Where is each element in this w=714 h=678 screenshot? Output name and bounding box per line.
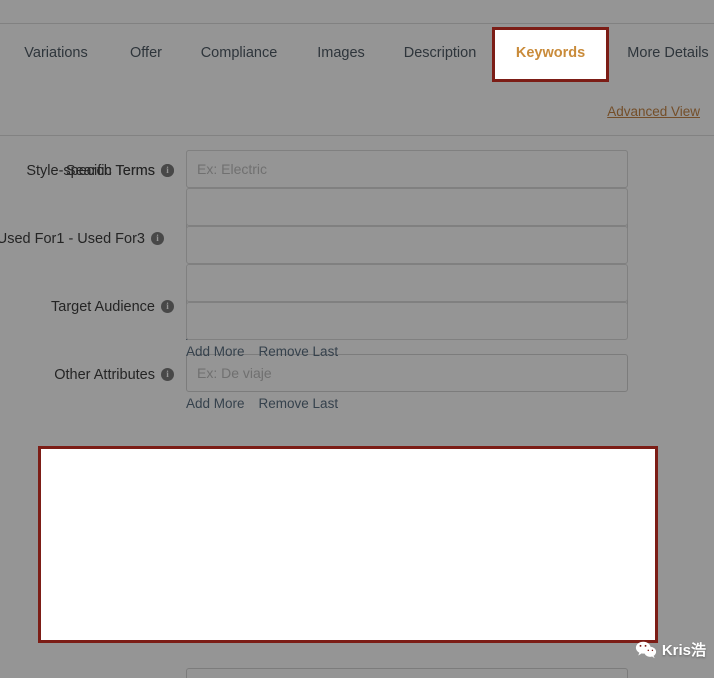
label-other-attributes: Other Attributes i — [0, 367, 174, 383]
input-next-field-partial[interactable] — [186, 668, 628, 678]
watermark: Kris浩 — [635, 639, 706, 660]
row-actions-other-attributes: Add More Remove Last — [186, 396, 352, 411]
tab-offer[interactable]: Offer — [112, 24, 180, 83]
keywords-page: Variations Offer Compliance Images Descr… — [0, 0, 714, 678]
row-actions-search-terms: Add More Remove Last — [186, 344, 352, 359]
input-search-terms-4[interactable] — [186, 264, 628, 302]
keywords-form: Style-specific Termsi Ex: pleated, bootc… — [0, 150, 714, 422]
highlight-search-terms — [38, 446, 658, 643]
dim-overlay-st-right — [658, 446, 714, 643]
form-row-search-terms: Search Terms i Ex: Electric Add More Remov… — [0, 150, 714, 359]
advanced-view-link[interactable]: Advanced View — [607, 104, 700, 119]
add-more-link[interactable]: Add More — [186, 396, 245, 411]
tab-description[interactable]: Description — [388, 24, 492, 83]
input-search-terms-1[interactable]: Ex: Electric — [186, 150, 628, 188]
tab-variations[interactable]: Variations — [10, 24, 102, 83]
input-other-attributes[interactable]: Ex: De viaje — [186, 354, 628, 392]
tabbar-divider — [0, 135, 714, 136]
input-search-terms-5[interactable] — [186, 302, 628, 340]
tab-keywords[interactable]: Keywords — [492, 27, 609, 80]
tab-more-details[interactable]: More Details — [616, 24, 714, 83]
input-search-terms-2[interactable] — [186, 188, 628, 226]
add-more-link[interactable]: Add More — [186, 344, 245, 359]
product-tab-bar: Variations Offer Compliance Images Descr… — [0, 24, 714, 83]
dim-overlay-st-left — [0, 446, 38, 643]
info-icon[interactable]: i — [161, 163, 174, 177]
label-text: Other Attributes — [54, 367, 155, 383]
tab-images[interactable]: Images — [302, 24, 380, 83]
info-icon[interactable]: i — [161, 367, 174, 381]
wechat-icon — [635, 641, 656, 659]
form-row-other-attributes: Other Attributes i Ex: De viaje Add More R… — [0, 354, 714, 422]
label-text: Search Terms — [65, 163, 155, 179]
watermark-text: Kris浩 — [661, 642, 706, 659]
input-search-terms-3[interactable] — [186, 226, 628, 264]
remove-last-link[interactable]: Remove Last — [259, 344, 339, 359]
remove-last-link[interactable]: Remove Last — [259, 396, 339, 411]
label-search-terms: Search Terms i — [0, 163, 174, 179]
tab-compliance[interactable]: Compliance — [186, 24, 292, 83]
